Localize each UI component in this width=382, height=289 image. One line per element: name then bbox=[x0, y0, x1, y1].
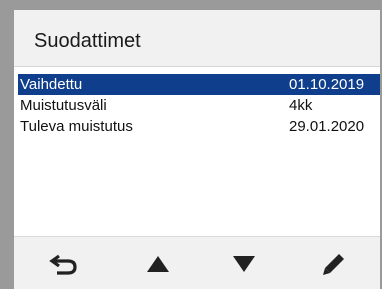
down-button[interactable] bbox=[228, 249, 260, 279]
page-title: Suodattimet bbox=[34, 30, 141, 52]
list-item-value: 29.01.2020 bbox=[289, 118, 365, 135]
settings-list: Vaihdettu 01.10.2019 Muistutusväli 4kk T… bbox=[18, 74, 380, 137]
list-item-label: Muistutusväli bbox=[20, 97, 107, 114]
list-item-vaihdettu[interactable]: Vaihdettu 01.10.2019 bbox=[18, 74, 380, 95]
arrow-up-icon bbox=[147, 256, 169, 272]
screen: Suodattimet Vaihdettu 01.10.2019 Muistut… bbox=[14, 10, 380, 289]
list-item-tuleva-muistutus[interactable]: Tuleva muistutus 29.01.2020 bbox=[18, 116, 380, 137]
header-bar: Suodattimet bbox=[14, 10, 380, 67]
edit-button[interactable] bbox=[318, 249, 350, 279]
list-item-muistutusvali[interactable]: Muistutusväli 4kk bbox=[18, 95, 380, 116]
list-item-label: Vaihdettu bbox=[20, 76, 83, 93]
up-button[interactable] bbox=[142, 249, 174, 279]
edit-icon bbox=[323, 254, 344, 275]
back-icon bbox=[49, 254, 77, 275]
back-button[interactable] bbox=[48, 249, 80, 279]
list-item-value: 01.10.2019 bbox=[289, 76, 365, 93]
arrow-down-icon bbox=[233, 256, 255, 272]
bottom-toolbar bbox=[14, 236, 380, 289]
list-item-label: Tuleva muistutus bbox=[20, 118, 133, 135]
device-frame: Suodattimet Vaihdettu 01.10.2019 Muistut… bbox=[0, 0, 382, 289]
list-item-value: 4kk bbox=[289, 97, 313, 114]
